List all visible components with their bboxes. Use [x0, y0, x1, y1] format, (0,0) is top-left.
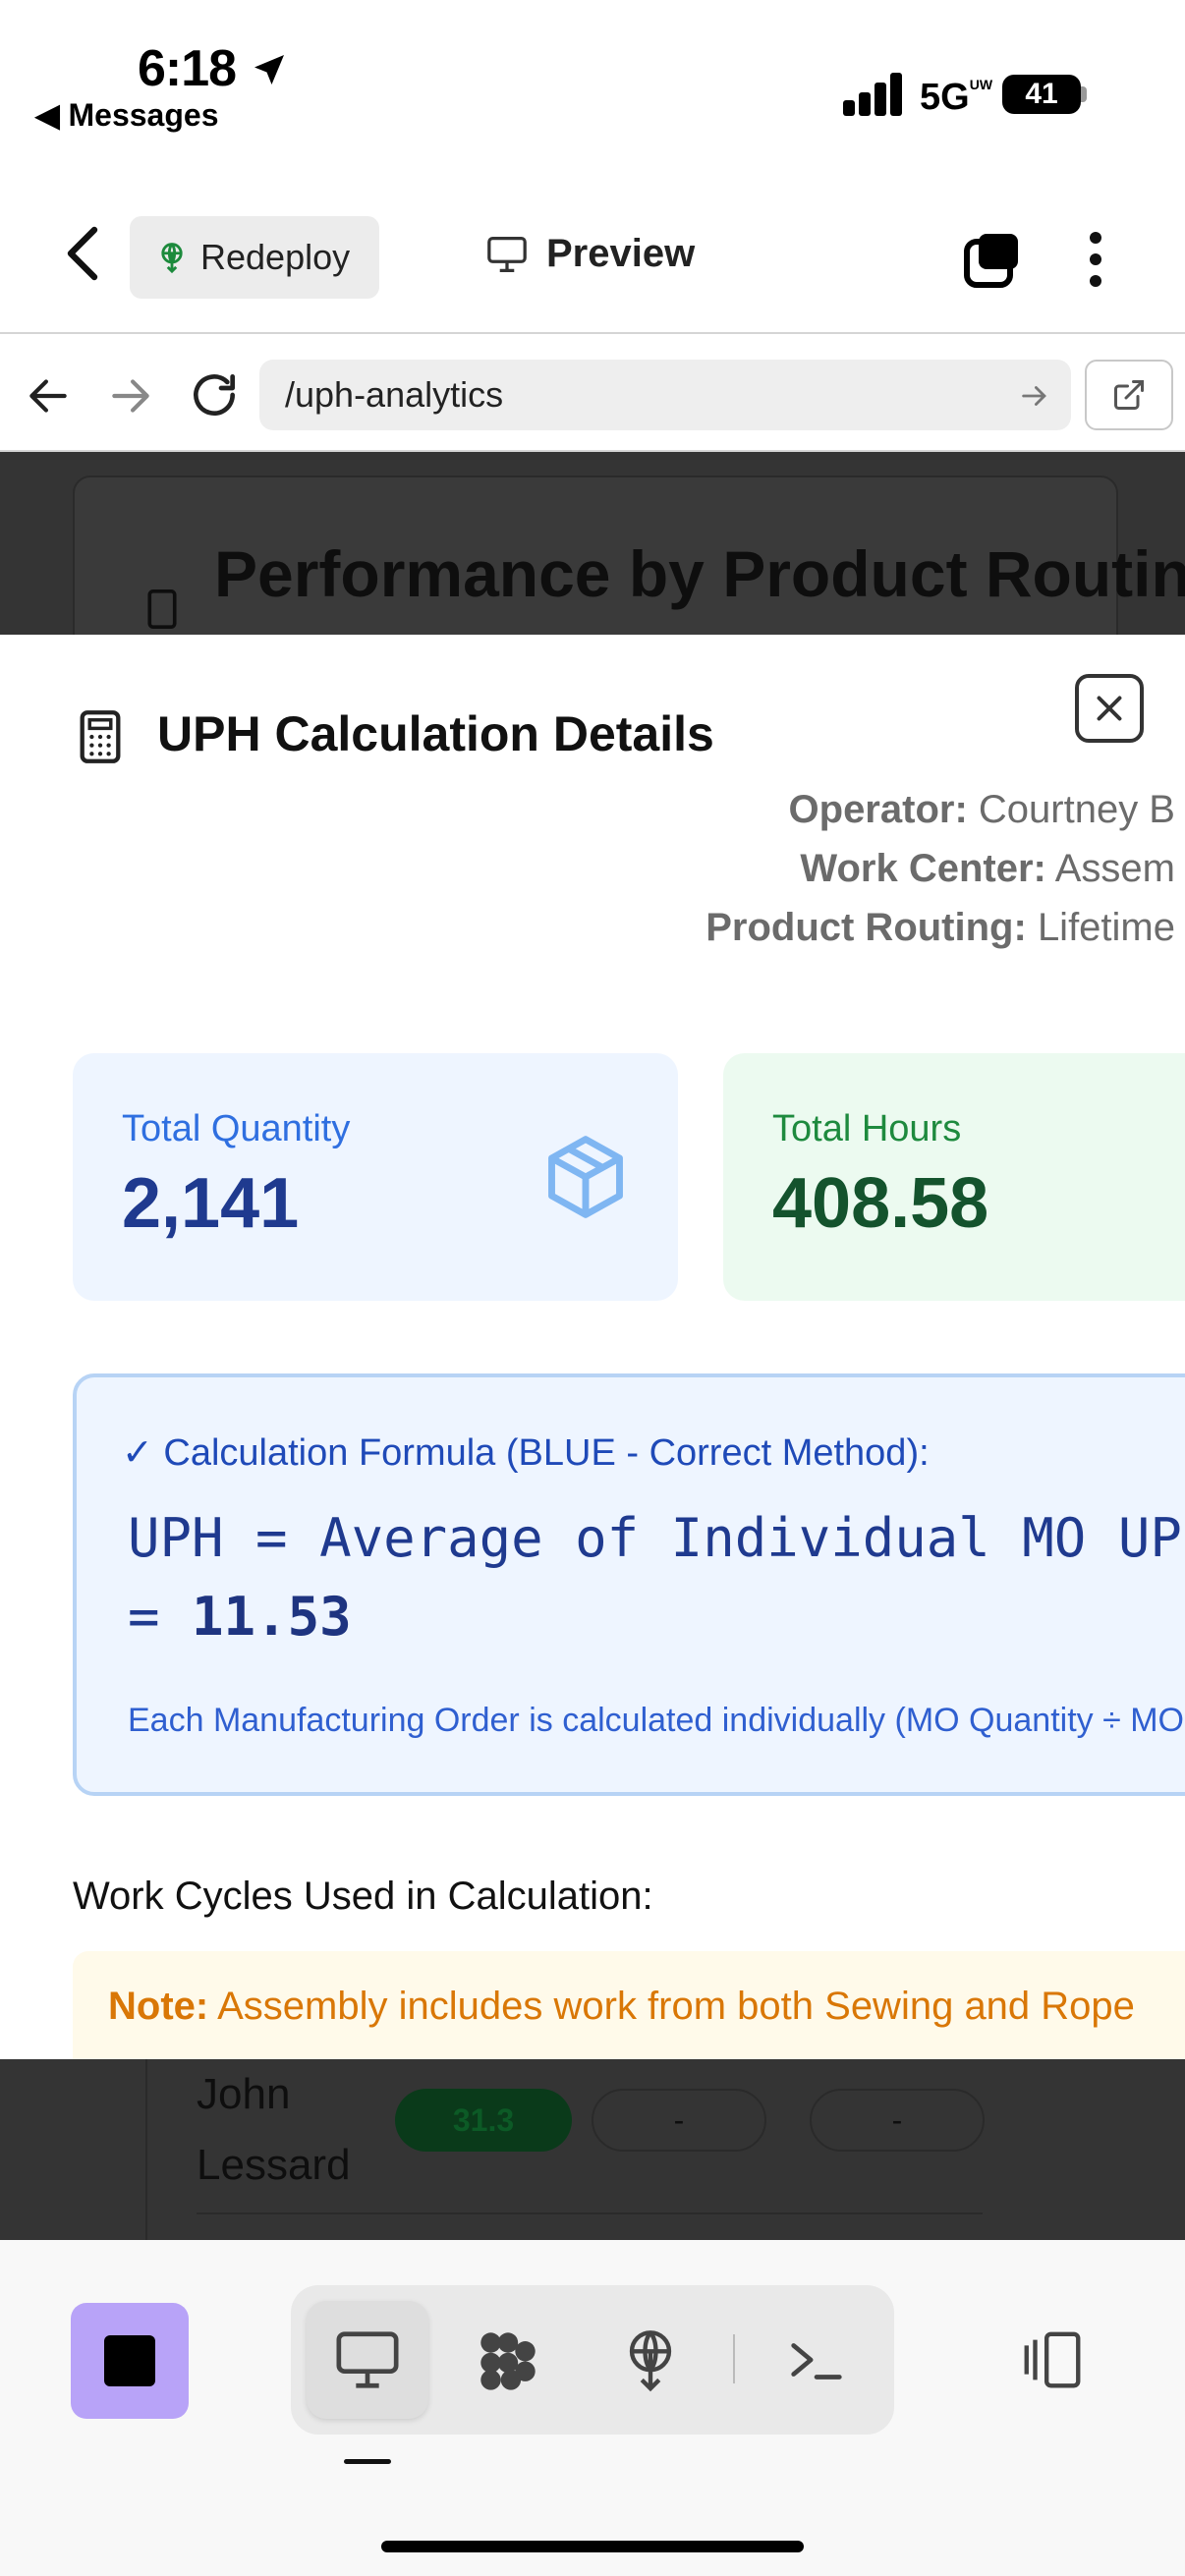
modal-title: UPH Calculation Details [157, 706, 714, 761]
location-arrow-icon [254, 55, 284, 84]
work-cycles-heading: Work Cycles Used in Calculation: [73, 1875, 653, 1918]
note-text: Note: Assembly includes work from both S… [108, 1985, 1135, 2028]
close-icon [1097, 696, 1122, 721]
redeploy-button[interactable]: Redeploy [130, 216, 379, 299]
total-hours-card: Total Hours 408.58 [723, 1053, 1185, 1301]
url-input[interactable]: /uph-analytics [259, 360, 1071, 430]
preview-tab[interactable]: Preview [485, 232, 695, 276]
redeploy-label: Redeploy [200, 237, 351, 277]
desktop-icon [487, 236, 527, 272]
cluster-icon[interactable] [474, 2325, 542, 2394]
nav-back-icon[interactable] [24, 371, 73, 420]
background-card-title: Performance by Product Routing [214, 537, 1185, 610]
background-empty-pill: - [810, 2089, 985, 2152]
calculator-icon [80, 710, 121, 763]
background-table-border [145, 2059, 147, 2240]
back-chevron-icon[interactable] [63, 224, 102, 283]
formula-heading: ✓ Calculation Formula (BLUE - Correct Me… [122, 1432, 930, 1474]
total-hours-value: 408.58 [772, 1164, 989, 1243]
background-row-name: John Lessard [197, 2070, 351, 2189]
go-arrow-icon[interactable] [1018, 379, 1051, 413]
home-indicator[interactable] [381, 2541, 804, 2552]
toolbar-divider [0, 332, 1185, 334]
package-icon [548, 1136, 623, 1218]
status-time: 6:18 [138, 39, 289, 98]
meta-work-center: Work Center: Assem [800, 847, 1175, 890]
formula-note: Each Manufacturing Order is calculated i… [128, 1702, 1185, 1739]
battery-indicator: 41 [1002, 75, 1081, 114]
uph-details-modal: UPH Calculation Details Operator: Courtn… [0, 635, 1185, 2059]
calculator-icon [147, 589, 177, 629]
close-button[interactable] [1075, 674, 1144, 743]
open-external-button[interactable] [1085, 360, 1173, 430]
more-options-icon[interactable] [1081, 230, 1110, 289]
reload-icon[interactable] [187, 367, 242, 422]
formula-box: ✓ Calculation Formula (BLUE - Correct Me… [73, 1373, 1185, 1796]
battery-cap [1081, 86, 1087, 102]
total-quantity-label: Total Quantity [122, 1108, 351, 1149]
back-to-messages[interactable]: ◀ Messages [35, 96, 218, 134]
stop-icon [104, 2335, 155, 2386]
terminal-icon[interactable] [782, 2325, 851, 2394]
assembly-note: Note: Assembly includes work from both S… [73, 1951, 1185, 2059]
switcher-separator [733, 2334, 735, 2383]
active-indicator [344, 2459, 391, 2464]
preview-label: Preview [546, 232, 696, 275]
tabs-icon[interactable] [963, 230, 1022, 289]
formula-expression: UPH = Average of Individual MO UPH [128, 1507, 1185, 1569]
background-uph-pill: 31.3 [395, 2089, 572, 2152]
external-link-icon [1114, 380, 1144, 410]
formula-result: = 11.53 [128, 1586, 352, 1648]
split-view-icon[interactable] [1018, 2325, 1087, 2394]
signal-icon [843, 69, 904, 116]
network-indicator: 5GUW [920, 77, 993, 118]
nav-forward-icon[interactable] [106, 371, 155, 420]
deploy-icon [161, 243, 183, 274]
total-quantity-card: Total Quantity 2,141 [73, 1053, 678, 1301]
meta-operator: Operator: Courtney B [788, 788, 1175, 831]
background-row-divider [197, 2212, 983, 2214]
stop-button[interactable] [71, 2303, 189, 2419]
page-overlay-bottom[interactable]: John Lessard 31.3 - - [0, 2059, 1185, 2240]
deploy-icon[interactable] [616, 2325, 685, 2394]
desktop-icon[interactable] [333, 2325, 402, 2394]
total-hours-label: Total Hours [772, 1108, 962, 1149]
page-overlay-top[interactable]: Performance by Product Routing [0, 452, 1185, 635]
total-quantity-value: 2,141 [122, 1164, 300, 1243]
meta-product-routing: Product Routing: Lifetime [705, 906, 1175, 949]
background-empty-pill: - [592, 2089, 766, 2152]
